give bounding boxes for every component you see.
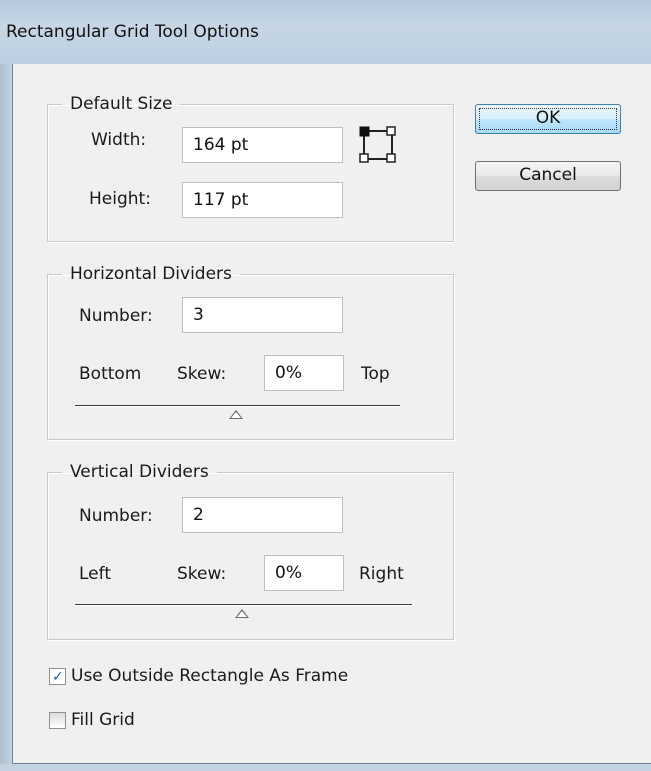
checkmark-icon: ✓	[52, 669, 64, 685]
dialog-window: Rectangular Grid Tool Options Default Si…	[0, 0, 651, 771]
horizontal-dividers-group: Horizontal Dividers	[47, 264, 454, 440]
cancel-button[interactable]: Cancel	[475, 161, 621, 191]
fill-grid-label[interactable]: Fill Grid	[71, 710, 135, 730]
vertical-left-label: Left	[79, 564, 111, 584]
width-label: Width:	[91, 130, 147, 150]
window-frame-left	[0, 64, 12, 771]
ok-button[interactable]: OK	[475, 104, 621, 134]
cancel-button-label: Cancel	[519, 165, 577, 185]
horizontal-bottom-label: Bottom	[79, 364, 142, 384]
horizontal-skew-slider-track[interactable]	[75, 405, 400, 407]
default-size-group: Default Size	[47, 94, 454, 242]
vertical-skew-slider-track[interactable]	[75, 604, 412, 606]
vertical-number-label: Number:	[79, 506, 153, 526]
horizontal-number-label: Number:	[79, 306, 153, 326]
width-field[interactable]: 164 pt	[182, 127, 343, 163]
vertical-number-field[interactable]: 2	[182, 497, 343, 533]
window-title: Rectangular Grid Tool Options	[6, 22, 259, 42]
vertical-dividers-group: Vertical Dividers	[47, 462, 454, 640]
horizontal-skew-label: Skew:	[177, 364, 227, 384]
height-field[interactable]: 117 pt	[182, 182, 343, 218]
horizontal-number-field[interactable]: 3	[182, 297, 343, 333]
use-outside-rectangle-label[interactable]: Use Outside Rectangle As Frame	[71, 666, 348, 686]
dialog-body: Default Size Width: 164 pt Height: 117 p…	[12, 64, 651, 764]
horizontal-dividers-legend: Horizontal Dividers	[70, 264, 232, 284]
vertical-skew-label: Skew:	[177, 564, 227, 584]
vertical-right-label: Right	[359, 564, 404, 584]
vertical-skew-slider-thumb[interactable]	[235, 609, 249, 618]
reference-point-icon[interactable]	[359, 126, 397, 164]
use-outside-rectangle-checkbox[interactable]: ✓	[49, 668, 66, 685]
horizontal-skew-field[interactable]: 0%	[264, 355, 344, 391]
vertical-skew-field[interactable]: 0%	[264, 555, 344, 591]
horizontal-skew-slider-thumb[interactable]	[229, 410, 243, 419]
window-frame-bottom	[0, 764, 651, 771]
vertical-dividers-legend: Vertical Dividers	[70, 462, 209, 482]
title-bar[interactable]: Rectangular Grid Tool Options	[0, 0, 651, 64]
default-size-legend: Default Size	[70, 94, 173, 114]
ok-button-label: OK	[535, 108, 561, 128]
horizontal-top-label: Top	[361, 364, 390, 384]
fill-grid-checkbox[interactable]	[49, 712, 66, 729]
height-label: Height:	[89, 189, 151, 209]
